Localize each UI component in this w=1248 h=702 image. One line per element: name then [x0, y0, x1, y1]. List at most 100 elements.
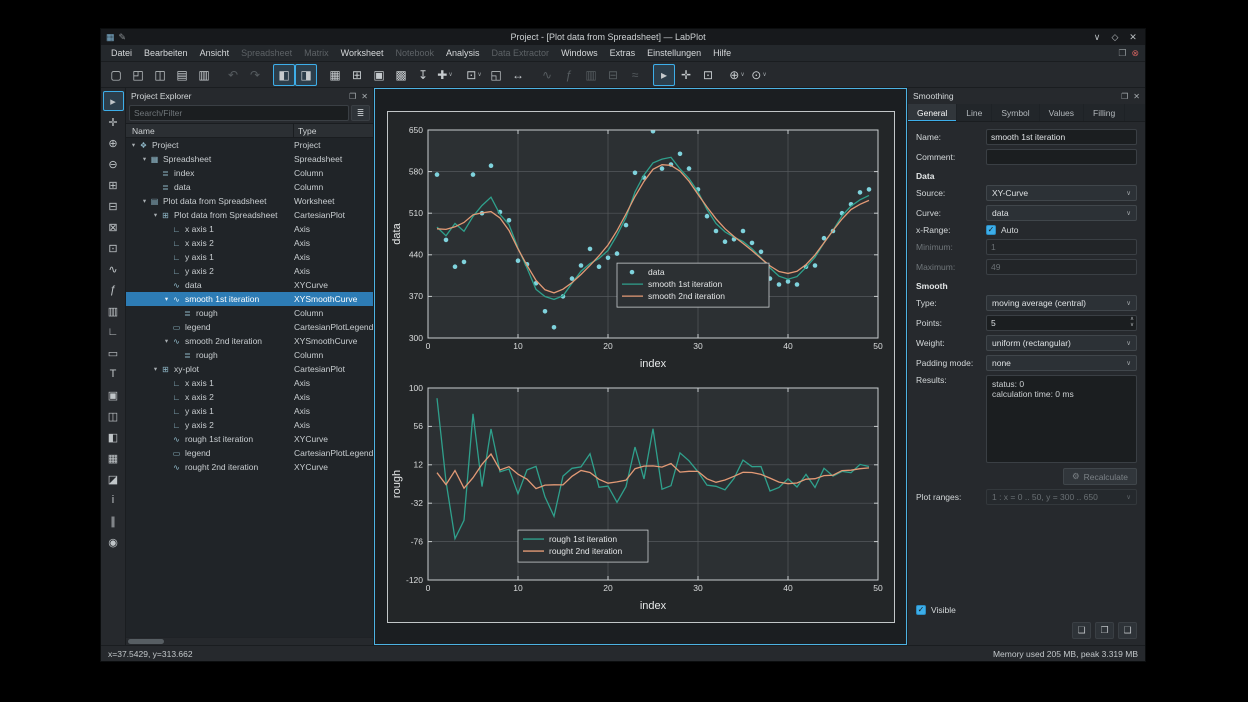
zoom-select-mode-button[interactable]: ⊡ — [697, 64, 719, 86]
visible-checkbox[interactable] — [916, 605, 926, 615]
tab-line[interactable]: Line — [957, 104, 992, 121]
save-template-button[interactable]: ❐ — [1095, 622, 1114, 639]
add-axis-tool[interactable]: ∟ — [103, 322, 124, 342]
minimize-button[interactable]: ∨ — [1090, 32, 1104, 43]
add-plot-four-axes-tool[interactable]: ⊞ — [103, 175, 124, 195]
tree-item-smooth-2nd-iteration[interactable]: ▾∿smooth 2nd iterationXYSmoothCurve — [126, 334, 373, 348]
add-plot-two-axes-tool[interactable]: ⊟ — [103, 196, 124, 216]
expander-icon[interactable]: ▾ — [129, 141, 138, 149]
crosshair-tool[interactable]: ✛ — [103, 112, 124, 132]
project-explorer-header[interactable]: Project Explorer ❐ ✕ — [126, 88, 373, 104]
fit-width-button[interactable]: ↔ — [507, 64, 529, 86]
tree-item-legend[interactable]: ▭legendCartesianPlotLegend — [126, 320, 373, 334]
weight-combobox[interactable]: uniform (rectangular) ∨ — [986, 335, 1137, 351]
tree-item-xy-plot[interactable]: ▾⊞xy-plotCartesianPlot — [126, 362, 373, 376]
tree-item-x-axis-1[interactable]: ∟x axis 1Axis — [126, 222, 373, 236]
menu-windows[interactable]: Windows — [555, 46, 604, 60]
tree-item-legend[interactable]: ▭legendCartesianPlotLegend — [126, 446, 373, 460]
menu-datei[interactable]: Datei — [105, 46, 138, 60]
tree-item-index[interactable]: ≣indexColumn — [126, 166, 373, 180]
tree-item-x-axis-1[interactable]: ∟x axis 1Axis — [126, 376, 373, 390]
add-reference-line-tool[interactable]: ∥ — [103, 511, 124, 531]
points-spinbox[interactable]: ∧ ∨ — [986, 315, 1137, 331]
add-image-tool[interactable]: ▣ — [103, 385, 124, 405]
tree-header[interactable]: Name Type — [126, 123, 373, 138]
select-mode-button[interactable]: ▸ — [653, 64, 675, 86]
new-project-button[interactable]: ▢ — [105, 64, 127, 86]
save-project-button[interactable]: ◫ — [149, 64, 171, 86]
child-restore-icon[interactable]: ❐ — [1118, 48, 1126, 59]
recalculate-button[interactable]: ⚙ Recalculate — [1063, 468, 1137, 485]
source-combobox[interactable]: XY-Curve ∨ — [986, 185, 1137, 201]
tree-item-y-axis-2[interactable]: ∟y axis 2Axis — [126, 264, 373, 278]
zoom-fit-button[interactable]: ⊙∨ — [748, 64, 770, 86]
tab-values[interactable]: Values — [1040, 104, 1084, 121]
import-data-button[interactable]: ↧ — [412, 64, 434, 86]
zoom-in-tool[interactable]: ⊕ — [103, 133, 124, 153]
add-histogram-tool[interactable]: ▥ — [103, 301, 124, 321]
worksheet-view[interactable]: 01020304050300370440510580650indexdatada… — [374, 88, 907, 645]
expander-icon[interactable]: ▾ — [140, 197, 149, 205]
menu-hilfe[interactable]: Hilfe — [707, 46, 737, 60]
expander-icon[interactable]: ▾ — [151, 211, 160, 219]
spin-down-icon[interactable]: ∨ — [1130, 323, 1134, 329]
filter-options-button[interactable]: ≣ — [351, 105, 370, 121]
curve-combobox[interactable]: data ∨ — [986, 205, 1137, 221]
auto-checkbox[interactable] — [986, 225, 996, 235]
menu-ansicht[interactable]: Ansicht — [194, 46, 236, 60]
tree-item-y-axis-1[interactable]: ∟y axis 1Axis — [126, 250, 373, 264]
select-tool[interactable]: ▸ — [103, 91, 124, 111]
break-layout-tool[interactable]: ◪ — [103, 469, 124, 489]
padding-mode-combobox[interactable]: none ∨ — [986, 355, 1137, 371]
tree-item-data[interactable]: ∿dataXYCurve — [126, 278, 373, 292]
tree-item-rough-1st-iteration[interactable]: ∿rough 1st iterationXYCurve — [126, 432, 373, 446]
add-equation-curve-tool[interactable]: ƒ — [103, 280, 124, 300]
grid-layout-tool[interactable]: ▦ — [103, 448, 124, 468]
toggle-properties-explorer-button[interactable]: ◨ — [295, 64, 317, 86]
tree-item-y-axis-1[interactable]: ∟y axis 1Axis — [126, 404, 373, 418]
add-text-label-tool[interactable]: T — [103, 364, 124, 384]
float-dock-icon[interactable]: ❐ — [349, 92, 356, 101]
expander-icon[interactable]: ▾ — [151, 365, 160, 373]
column-header-type[interactable]: Type — [294, 126, 373, 136]
print-button[interactable]: ▤ — [171, 64, 193, 86]
column-header-name[interactable]: Name — [126, 124, 294, 137]
points-input[interactable] — [986, 315, 1137, 331]
expander-icon[interactable]: ▾ — [140, 155, 149, 163]
tab-symbol[interactable]: Symbol — [992, 104, 1039, 121]
navigate-mode-button[interactable]: ✛ — [675, 64, 697, 86]
tree-item-y-axis-2[interactable]: ∟y axis 2Axis — [126, 418, 373, 432]
zoom-out-tool[interactable]: ⊖ — [103, 154, 124, 174]
load-template-button[interactable]: ❏ — [1072, 622, 1091, 639]
menu-analysis[interactable]: Analysis — [440, 46, 486, 60]
menu-extras[interactable]: Extras — [604, 46, 642, 60]
apply-template-button[interactable]: ❑ — [1118, 622, 1137, 639]
plot-legend[interactable]: datasmooth 1st iterationsmooth 2nd itera… — [617, 263, 769, 307]
add-xy-curve-tool[interactable]: ∿ — [103, 259, 124, 279]
close-button[interactable]: ✕ — [1126, 32, 1140, 43]
add-plot-centered-tool[interactable]: ⊠ — [103, 217, 124, 237]
maximize-button[interactable]: ◇ — [1108, 32, 1122, 43]
new-spreadsheet-button[interactable]: ▦ — [324, 64, 346, 86]
tree-item-rought-2nd-iteration[interactable]: ∿rought 2nd iterationXYCurve — [126, 460, 373, 474]
print-preview-button[interactable]: ▥ — [193, 64, 215, 86]
child-close-icon[interactable]: ⊗ — [1131, 48, 1139, 59]
tree-item-data[interactable]: ≣dataColumn — [126, 180, 373, 194]
tree-item-rough[interactable]: ≣roughColumn — [126, 348, 373, 362]
spin-buttons[interactable]: ∧ ∨ — [1130, 317, 1134, 328]
expander-icon[interactable]: ▾ — [162, 337, 171, 345]
tree-item-smooth-1st-iteration[interactable]: ▾∿smooth 1st iterationXYSmoothCurve — [126, 292, 373, 306]
search-input[interactable] — [129, 105, 349, 121]
add-new-button[interactable]: ✚∨ — [434, 64, 456, 86]
vertical-layout-tool[interactable]: ◫ — [103, 406, 124, 426]
add-info-element-tool[interactable]: i — [103, 490, 124, 510]
fit-page-button[interactable]: ◱ — [485, 64, 507, 86]
close-dock-icon[interactable]: ✕ — [361, 92, 368, 101]
horizontal-layout-tool[interactable]: ◧ — [103, 427, 124, 447]
menu-bearbeiten[interactable]: Bearbeiten — [138, 46, 194, 60]
comment-input[interactable] — [986, 149, 1137, 165]
explorer-hscrollbar[interactable] — [126, 637, 373, 645]
add-legend-tool[interactable]: ▭ — [103, 343, 124, 363]
titlebar[interactable]: ▦ ✎ Project - [Plot data from Spreadshee… — [101, 29, 1145, 45]
menu-einstellungen[interactable]: Einstellungen — [641, 46, 707, 60]
